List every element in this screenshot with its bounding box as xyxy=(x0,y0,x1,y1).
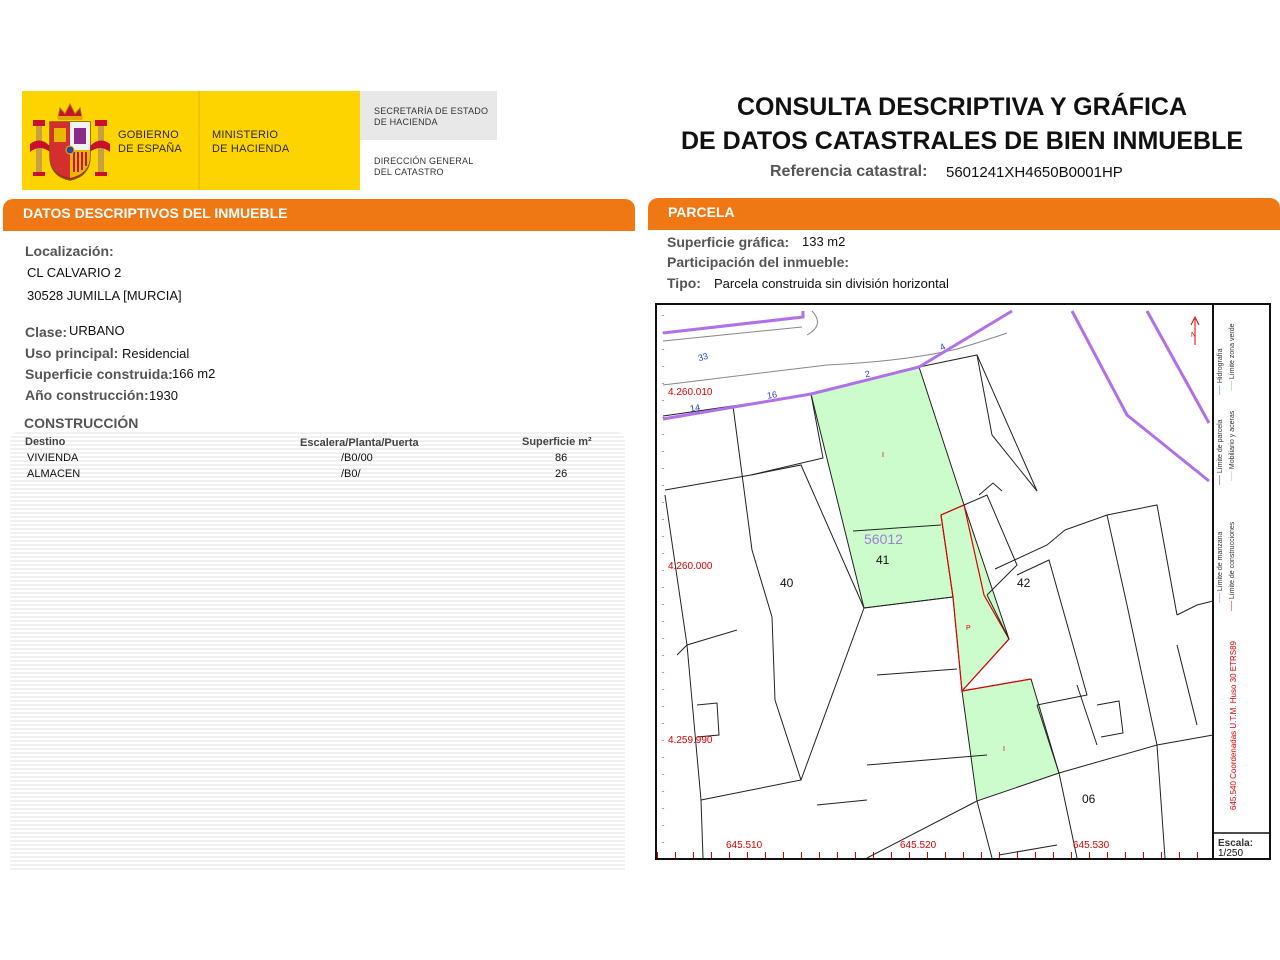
cell-destino: ALMACEN xyxy=(27,468,81,480)
cell-superficie: 86 xyxy=(555,452,568,464)
reference-row: Referencia catastral: 5601241XH4650B0001… xyxy=(770,163,1123,181)
legend-zona-verde: ── Límite zona verde xyxy=(1229,323,1236,391)
legend-hidrografia-text: Hidrografía xyxy=(1217,348,1224,384)
legend-limite-manzana: ── Límite de manzana xyxy=(1217,531,1224,603)
legend-limite-parcela: ── Límite de parcela xyxy=(1217,419,1224,485)
participacion-label: Participación del inmueble: xyxy=(667,254,850,270)
parcel-number: 06 xyxy=(1082,792,1096,806)
coord-x-3: 645.530 xyxy=(1073,840,1110,851)
legend-limite-construcciones: ── Límite de construcciones xyxy=(1229,521,1236,611)
unit-letter: I xyxy=(882,452,884,459)
gobierno-text: GOBIERNO DE ESPAÑA xyxy=(118,129,182,155)
ministerio-text: MINISTERIO DE HACIENDA xyxy=(212,129,290,155)
legend-limite-construcciones-text: Límite de construcciones xyxy=(1229,521,1236,600)
anio-value: 1930 xyxy=(149,388,178,403)
localizacion-label: Localización: xyxy=(25,243,114,259)
street-number: 14 xyxy=(689,402,701,414)
cell-destino: VIVIENDA xyxy=(27,452,79,464)
scale-value: 1/250 xyxy=(1218,848,1244,859)
coord-y-3: 4.259.990 xyxy=(668,735,713,746)
legend-mobiliario-text: Mobiliario y aceras xyxy=(1229,410,1236,470)
parcel-number: 40 xyxy=(780,576,794,590)
coord-x-2: 645.520 xyxy=(900,840,937,851)
map-drawing: N xyxy=(657,305,1269,858)
legend-coords-note: 645.540 Coordenadas U.T.M. Huso 30 ETRS8… xyxy=(1229,641,1238,810)
block-number: 56012 xyxy=(864,531,903,547)
secretaria-text: SECRETARÍA DE ESTADO DE HACIENDA xyxy=(374,106,489,127)
svg-text:N: N xyxy=(1191,332,1196,339)
page-title-line1: CONSULTA DESCRIPTIVA Y GRÁFICA xyxy=(736,93,1188,121)
uso-value: Residencial xyxy=(122,346,190,361)
unit-letter: I xyxy=(1003,746,1005,753)
coat-of-arms-icon xyxy=(30,102,110,181)
parcel-number: 41 xyxy=(876,553,890,567)
datos-section-header: DATOS DESCRIPTIVOS DEL INMUEBLE xyxy=(3,199,635,227)
legend-zona-verde-text: Límite zona verde xyxy=(1229,323,1236,380)
superficie-grafica-label: Superficie gráfica: xyxy=(667,234,790,250)
coord-x-1: 645.510 xyxy=(726,840,763,851)
col-header-destino: Destino xyxy=(25,436,66,448)
address-line1: CL CALVARIO 2 xyxy=(27,265,122,280)
direccion-text: DIRECCIÓN GENERAL DEL CATASTRO xyxy=(374,156,474,177)
ref-value[interactable]: 5601241XH4650B0001HP xyxy=(946,164,1123,181)
clase-label: Clase: xyxy=(25,324,68,340)
superficie-value: 166 m2 xyxy=(172,366,216,381)
construction-table xyxy=(10,432,625,870)
unit-letter: P xyxy=(966,625,971,632)
datos-section-underline xyxy=(3,227,635,231)
anio-label: Año construcción: xyxy=(25,387,149,403)
coord-y-1: 4.260.010 xyxy=(668,387,713,398)
page-title-line2: DE DATOS CATASTRALES DE BIEN INMUEBLE xyxy=(680,127,1244,155)
col-header-escalera: Escalera/Planta/Puerta xyxy=(300,437,419,449)
address-line2: 30528 JUMILLA [MURCIA] xyxy=(27,288,182,303)
street-number: 16 xyxy=(766,389,778,401)
cell-escalera: /B0/ xyxy=(341,468,361,480)
parcel-number: 42 xyxy=(1017,576,1031,590)
legend-limite-parcela-text: Límite de parcela xyxy=(1217,419,1224,474)
clase-value: URBANO xyxy=(69,323,125,338)
legend-mobiliario: ── Mobiliario y aceras xyxy=(1229,410,1236,481)
legend-hidrografia: ── Hidrografía xyxy=(1217,348,1224,395)
tipo-value: Parcela construida sin división horizont… xyxy=(714,276,949,291)
legend-limite-manzana-text: Límite de manzana xyxy=(1217,531,1224,592)
logo-divider xyxy=(198,91,200,190)
coord-y-2: 4.260.000 xyxy=(668,561,713,572)
cadastral-map[interactable]: N 4.260.010 4.260.000 4.259.990 645.510 … xyxy=(655,303,1271,860)
ref-label: Referencia catastral: xyxy=(770,163,928,180)
parcela-section-header: PARCELA xyxy=(648,198,1280,226)
north-arrow-icon xyxy=(1190,315,1200,345)
cell-superficie: 26 xyxy=(555,468,568,480)
tipo-label: Tipo: xyxy=(667,275,701,291)
cell-escalera: /B0/00 xyxy=(341,452,373,464)
construccion-title: CONSTRUCCIÓN xyxy=(24,415,139,431)
col-header-superficie: Superficie m² xyxy=(522,436,592,448)
superficie-grafica-value: 133 m2 xyxy=(802,234,846,249)
uso-label: Uso principal: xyxy=(25,345,119,361)
parcela-section-underline xyxy=(648,226,1280,230)
superficie-label: Superficie construida: xyxy=(25,366,173,382)
